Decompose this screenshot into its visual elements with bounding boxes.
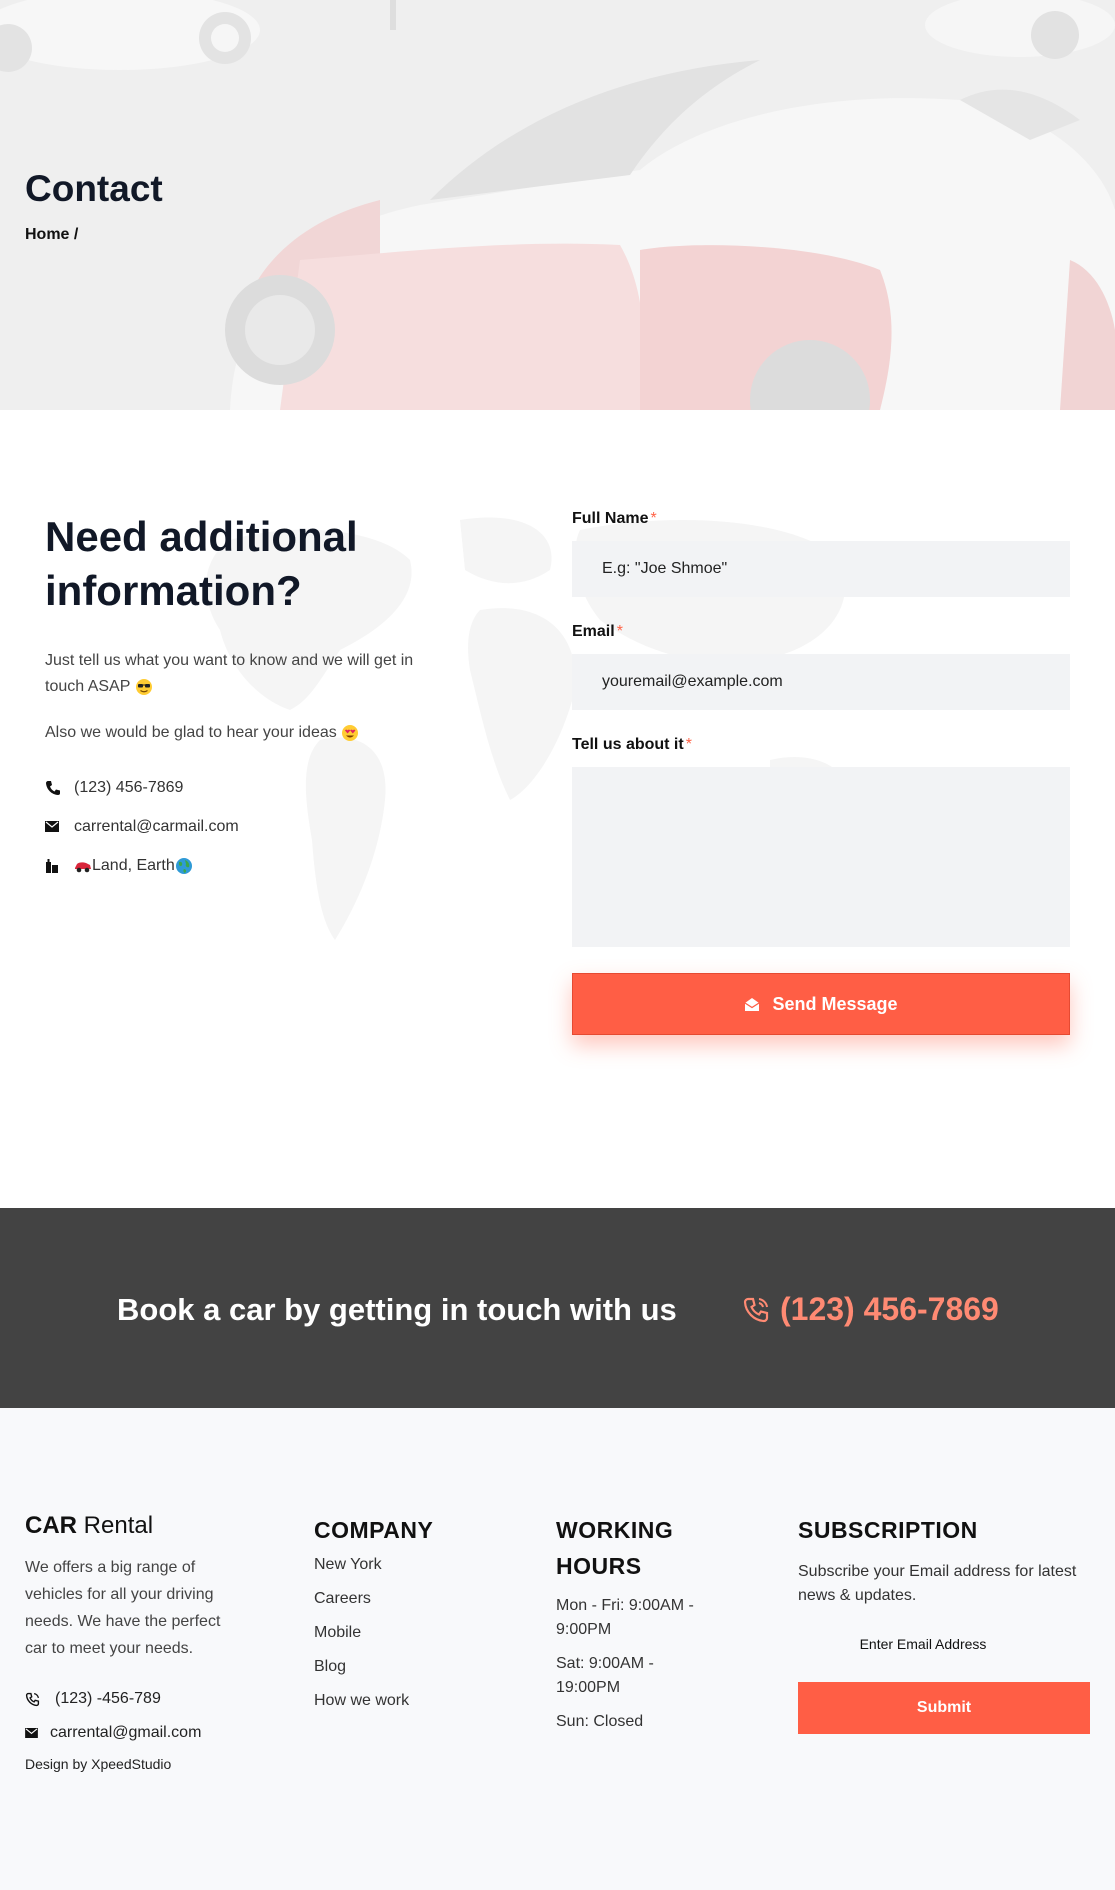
subscribe-submit-button[interactable]: Submit: [798, 1682, 1090, 1734]
footer-link-mobile[interactable]: Mobile: [314, 1616, 433, 1650]
contact-section: Need additional information? Just tell u…: [0, 410, 1115, 1208]
message-label: Tell us about it *: [572, 736, 1070, 760]
message-label-text: Tell us about it: [572, 736, 684, 753]
contact-intro-text: Just tell us what you want to know and w…: [45, 652, 414, 695]
subscribe-email-input[interactable]: [798, 1626, 1048, 1662]
footer: CAR Rental We offers a big range of vehi…: [0, 1408, 1115, 1890]
send-message-label: Send Message: [772, 993, 898, 1014]
hours-weekdays: Mon - Fri: 9:00AM - 9:00PM: [556, 1597, 694, 1638]
required-mark: *: [650, 510, 657, 527]
phone-icon: [45, 780, 74, 796]
contact-ideas: Also we would be glad to hear your ideas: [45, 724, 445, 742]
company-title: COMPANY: [314, 1517, 434, 1543]
breadcrumb[interactable]: Home /: [25, 226, 78, 244]
building-icon: [45, 858, 74, 873]
full-name-label-text: Full Name: [572, 510, 649, 527]
envelope-open-icon: [744, 997, 760, 1011]
contact-email-row[interactable]: carrental@carmail.com: [45, 807, 445, 846]
full-name-label: Full Name *: [572, 510, 1070, 534]
footer-phone-row[interactable]: (123) -456-789: [25, 1682, 235, 1716]
contact-heading: Need additional information?: [45, 513, 358, 614]
car-emoji: [75, 862, 91, 873]
cta-text: Book a car by getting in touch with us: [117, 1292, 677, 1327]
page-title: Contact: [25, 168, 163, 209]
brand-rest: Rental: [77, 1512, 154, 1539]
brand-bold: CAR: [25, 1512, 77, 1539]
send-message-button[interactable]: Send Message: [572, 973, 1070, 1035]
contact-phone-row[interactable]: (123) 456-7869: [45, 768, 445, 807]
cta-phone-link[interactable]: (123) 456-7869: [742, 1291, 999, 1328]
contact-address-row: Land, Earth: [45, 846, 445, 885]
footer-description: We offers a big range of vehicles for al…: [25, 1559, 221, 1657]
footer-link-blog[interactable]: Blog: [314, 1650, 433, 1684]
footer-contact: (123) -456-789 carrental@gmail.com: [25, 1682, 235, 1750]
subscription-text: Subscribe your Email address for latest …: [798, 1563, 1077, 1604]
required-mark: *: [685, 736, 692, 753]
contact-info: Need additional information? Just tell u…: [45, 510, 445, 885]
phone-call-icon: [742, 1296, 770, 1324]
booking-cta-band: Book a car by getting in touch with us (…: [0, 1208, 1115, 1408]
hero-banner: Contact Home /: [0, 0, 1115, 410]
sunglasses-emoji: [135, 678, 152, 695]
hours-sunday: Sun: Closed: [556, 1713, 644, 1730]
cta-phone: (123) 456-7869: [780, 1291, 999, 1327]
company-links: New York Careers Mobile Blog How we work: [314, 1548, 433, 1718]
contact-ideas-text: Also we would be glad to hear your ideas: [45, 724, 337, 742]
hours-title: WORKING HOURS: [556, 1517, 674, 1579]
footer-link-careers[interactable]: Careers: [314, 1582, 433, 1616]
message-textarea[interactable]: [572, 767, 1070, 947]
footer-link-new-york[interactable]: New York: [314, 1548, 433, 1582]
required-mark: *: [616, 623, 623, 640]
contact-details-list: (123) 456-7869 carrental@carmail.com Lan…: [45, 768, 445, 885]
hours-saturday: Sat: 9:00AM - 19:00PM: [556, 1655, 654, 1696]
footer-hours-column: WORKING HOURS Mon - Fri: 9:00AM - 9:00PM…: [556, 1512, 726, 1734]
full-name-input[interactable]: [572, 541, 1070, 597]
contact-email: carrental@carmail.com: [74, 817, 239, 835]
contact-form: Full Name* Email* Tell us about it* Send…: [572, 510, 1070, 1035]
footer-brand-column: CAR Rental We offers a big range of vehi…: [25, 1512, 235, 1772]
hero-car-background-image: [0, 0, 1115, 410]
footer-brand[interactable]: CAR Rental: [25, 1512, 235, 1540]
email-label-text: Email: [572, 623, 615, 640]
envelope-icon: [45, 821, 74, 833]
envelope-icon: [25, 1728, 50, 1738]
footer-subscription-column: SUBSCRIPTION Subscribe your Email addres…: [798, 1512, 1098, 1734]
contact-address: Land, Earth: [92, 856, 175, 874]
contact-intro: Just tell us what you want to know and w…: [45, 648, 445, 700]
subscription-title: SUBSCRIPTION: [798, 1517, 978, 1543]
contact-phone: (123) 456-7869: [74, 778, 184, 796]
email-input[interactable]: [572, 654, 1070, 710]
footer-email-row[interactable]: carrental@gmail.com: [25, 1716, 235, 1750]
heart-eyes-emoji: [342, 725, 359, 741]
footer-email: carrental@gmail.com: [50, 1724, 202, 1741]
design-credit[interactable]: Design by XpeedStudio: [25, 1756, 235, 1772]
footer-company-column: COMPANY New York Careers Mobile Blog How…: [314, 1512, 433, 1718]
email-label: Email *: [572, 623, 1070, 647]
footer-phone: (123) -456-789: [55, 1690, 161, 1707]
globe-emoji: [175, 857, 192, 874]
footer-link-how-we-work[interactable]: How we work: [314, 1684, 433, 1718]
phone-call-icon: [25, 1692, 55, 1707]
